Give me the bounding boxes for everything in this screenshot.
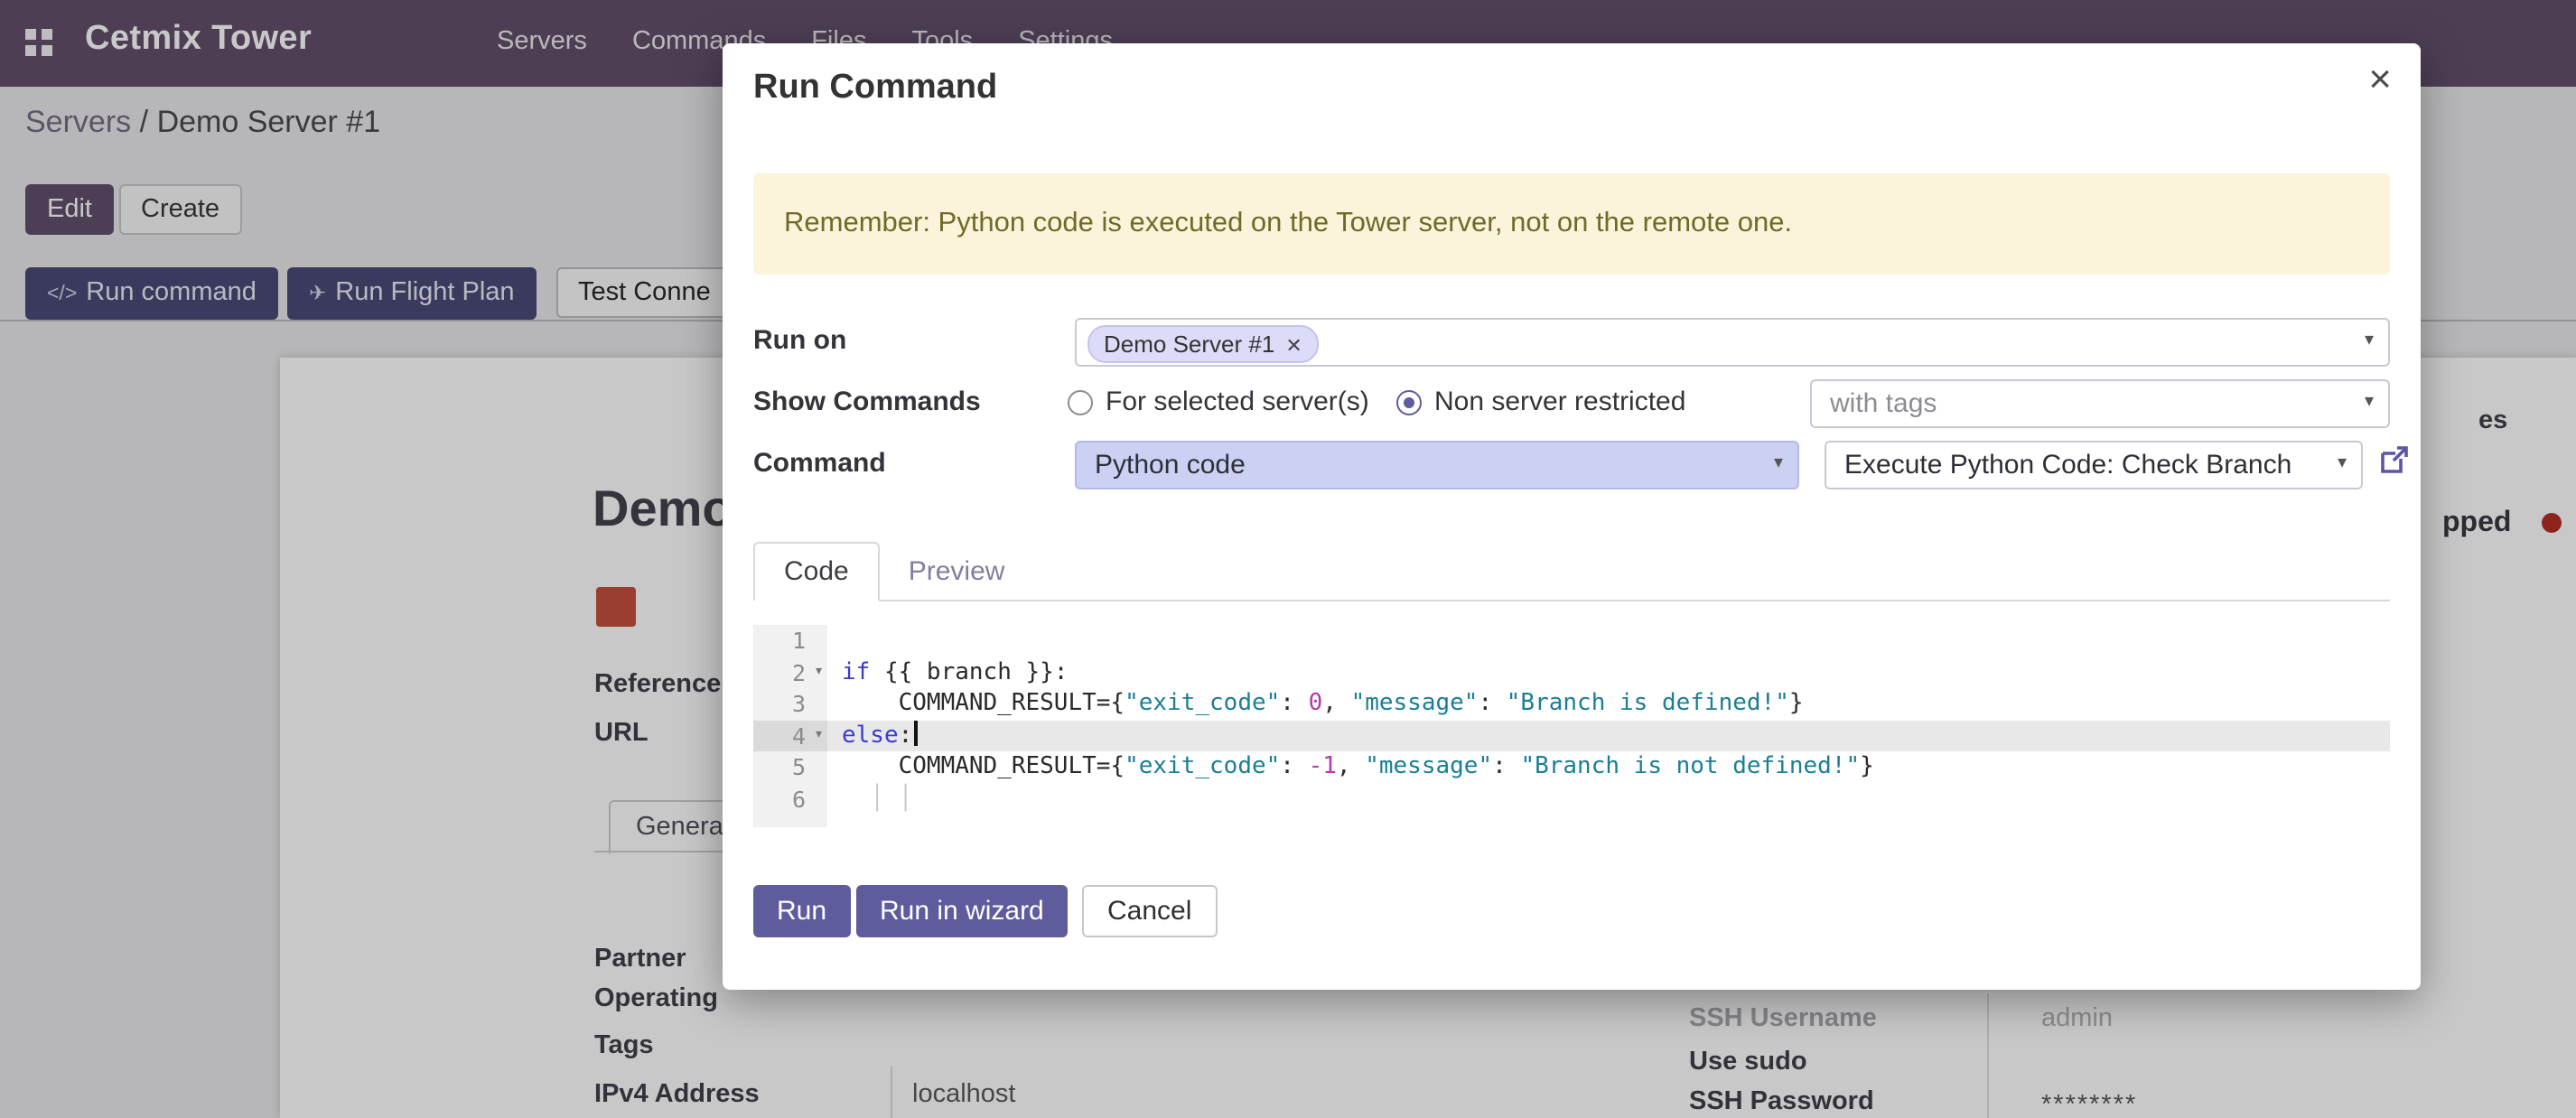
chevron-down-icon: ▾ bbox=[1774, 453, 1783, 473]
warning-alert: Remember: Python code is executed on the… bbox=[753, 173, 2390, 275]
radio-non-server-restricted-label[interactable]: Non server restricted bbox=[1434, 387, 1685, 417]
with-tags-select[interactable]: with tags ▾ bbox=[1810, 379, 2390, 428]
chevron-down-icon: ▾ bbox=[2365, 392, 2374, 412]
run-command-modal: Run Command × Remember: Python code is e… bbox=[723, 43, 2421, 990]
external-link-icon[interactable] bbox=[2377, 444, 2410, 477]
radio-non-server-restricted[interactable] bbox=[1396, 390, 1422, 415]
code-fold-icon[interactable]: ▾ bbox=[814, 657, 824, 688]
code-line-2: if {{ branch }}: bbox=[827, 657, 2390, 688]
chevron-down-icon: ▾ bbox=[2338, 453, 2347, 473]
gutter-line-4: 4▾ bbox=[753, 720, 827, 751]
run-button[interactable]: Run bbox=[753, 885, 850, 937]
chevron-down-icon: ▾ bbox=[2365, 331, 2374, 350]
show-commands-label: Show Commands bbox=[753, 387, 981, 417]
code-line-4: else: bbox=[827, 720, 2390, 751]
code-fold-icon[interactable]: ▾ bbox=[814, 720, 824, 751]
tab-preview[interactable]: Preview bbox=[880, 544, 1034, 600]
code-line-5: COMMAND_RESULT={"exit_code": -1, "messag… bbox=[827, 751, 2390, 783]
command-label: Command bbox=[753, 448, 886, 479]
close-icon[interactable]: × bbox=[2368, 58, 2392, 101]
gutter-line-2: 2▾ bbox=[753, 657, 827, 688]
server-tag-pill: Demo Server #1✕ bbox=[1087, 325, 1319, 363]
cancel-button[interactable]: Cancel bbox=[1082, 885, 1217, 937]
tab-code[interactable]: Code bbox=[753, 542, 880, 601]
gutter-line-5: 5 bbox=[753, 751, 827, 783]
gutter-line-6: 6 bbox=[753, 783, 827, 815]
screen: Cetmix Tower ServersCommandsFilesToolsSe… bbox=[0, 0, 2576, 1118]
remove-tag-icon[interactable]: ✕ bbox=[1285, 336, 1302, 358]
gutter-line-1: 1 bbox=[753, 625, 827, 657]
gutter-line-3: 3 bbox=[753, 688, 827, 720]
command-name-select[interactable]: Execute Python Code: Check Branch ▾ bbox=[1825, 441, 2363, 489]
run-on-label: Run on bbox=[753, 325, 846, 356]
code-line-3: COMMAND_RESULT={"exit_code": 0, "message… bbox=[827, 688, 2390, 720]
radio-for-selected-servers-label[interactable]: For selected server(s) bbox=[1106, 387, 1369, 417]
run-in-wizard-button[interactable]: Run in wizard bbox=[856, 885, 1068, 937]
radio-for-selected-servers[interactable] bbox=[1068, 390, 1093, 415]
editor-tabs: Code Preview bbox=[753, 542, 2390, 601]
modal-title: Run Command bbox=[753, 69, 997, 108]
code-line-6: │ │ bbox=[827, 783, 2390, 815]
code-line-1 bbox=[827, 625, 2390, 657]
editor-code[interactable]: if {{ branch }}: COMMAND_RESULT={"exit_c… bbox=[827, 625, 2390, 827]
command-type-select[interactable]: Python code ▾ bbox=[1075, 441, 1799, 489]
editor-gutter: 12▾34▾56 bbox=[753, 625, 827, 827]
code-editor[interactable]: 12▾34▾56 if {{ branch }}: COMMAND_RESULT… bbox=[753, 625, 2390, 827]
run-on-select[interactable]: Demo Server #1✕ ▾ bbox=[1075, 318, 2390, 367]
